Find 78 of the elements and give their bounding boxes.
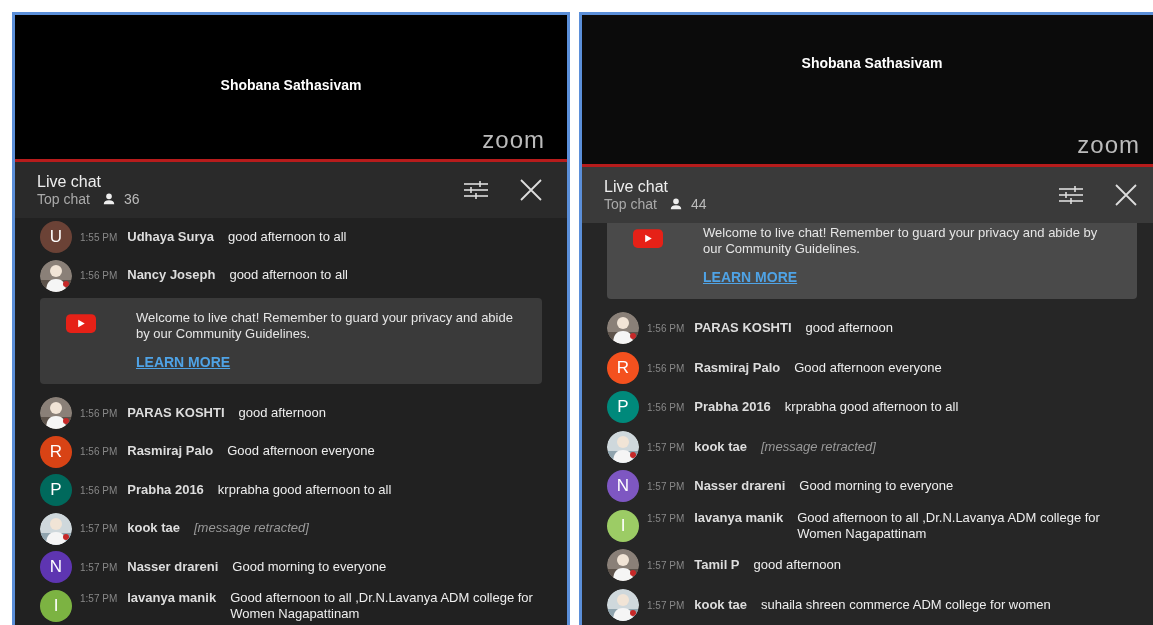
- author-name[interactable]: Tamil P: [694, 557, 740, 574]
- author-name[interactable]: Udhaya Surya: [127, 228, 214, 245]
- chat-title: Live chat: [604, 178, 670, 196]
- viewer-count: 44: [690, 196, 707, 212]
- message-text: suhaila shreen commerce ADM college for women: [761, 596, 1051, 613]
- settings-icon[interactable]: [1058, 185, 1084, 205]
- author-name[interactable]: PARAS KOSHTI: [127, 404, 225, 421]
- message-text: Good afternoon everyone: [227, 443, 375, 460]
- close-icon[interactable]: [1114, 183, 1138, 207]
- message-text: [message retracted]: [761, 438, 876, 455]
- avatar: U: [40, 221, 72, 253]
- message-text: krprabha good afternoon to all: [784, 399, 959, 416]
- timestamp: 1:55 PM: [80, 230, 118, 245]
- author-name[interactable]: Nasser drareni: [127, 558, 219, 575]
- timestamp: 1:57 PM: [647, 598, 685, 613]
- zoom-logo: zoom: [1077, 131, 1140, 159]
- timestamp: 1:56 PM: [80, 406, 118, 421]
- timestamp: 1:57 PM: [80, 560, 118, 575]
- author-name[interactable]: Prabha 2016: [694, 399, 771, 416]
- message-text: good afternoon: [805, 320, 893, 337]
- avatar: I: [40, 589, 72, 622]
- chat-title: Live chat: [37, 173, 103, 191]
- author-name[interactable]: kook tae: [694, 438, 747, 455]
- welcome-text: Welcome to live chat! Remember to guard your privacy and abide by our Community Guidelines.: [136, 310, 514, 342]
- message-text: good afternoon to all: [229, 267, 348, 284]
- avatar: R: [40, 435, 72, 468]
- avatar: P: [40, 474, 72, 506]
- avatar: N: [40, 551, 72, 583]
- avatar: P: [607, 391, 639, 423]
- message-text: good afternoon: [238, 404, 326, 421]
- timestamp: 1:56 PM: [647, 361, 685, 376]
- timestamp: 1:57 PM: [80, 522, 118, 537]
- zoom-logo: zoom: [482, 126, 545, 155]
- avatar: I: [607, 509, 639, 542]
- timestamp: 1:57 PM: [647, 512, 685, 527]
- close-icon[interactable]: [519, 178, 543, 202]
- author-name[interactable]: PARAS KOSHTI: [694, 320, 792, 337]
- timestamp: 1:57 PM: [647, 480, 685, 495]
- author-name[interactable]: lavanya manik: [694, 510, 784, 527]
- message-text: good afternoon to all: [227, 228, 347, 245]
- author-name[interactable]: Rasmiraj Palo: [694, 359, 781, 376]
- avatar: R: [607, 351, 639, 384]
- play-logo-icon: [633, 229, 663, 248]
- message-text: Good afternoon to all ,Dr.N.Lavanya ADM college for Women Nagapattinam: [230, 589, 534, 622]
- author-name[interactable]: Rasmiraj Palo: [127, 443, 214, 460]
- message-text: [message retracted]: [194, 520, 309, 537]
- chat-mode[interactable]: Top chat: [37, 191, 90, 207]
- speaker-name: Shobana Sathasivam: [220, 77, 362, 95]
- message-text: Good morning to everyone: [799, 478, 954, 495]
- author-name[interactable]: kook tae: [127, 520, 180, 537]
- author-name[interactable]: Prabha 2016: [127, 481, 204, 498]
- timestamp: 1:56 PM: [80, 269, 118, 284]
- timestamp: 1:56 PM: [647, 322, 685, 337]
- message-text: good afternoon: [753, 557, 841, 574]
- message-text: Good afternoon to all ,Dr.N.Lavanya ADM college for Women Nagapattinam: [797, 510, 1101, 543]
- timestamp: 1:56 PM: [80, 483, 118, 498]
- message-text: Good afternoon everyone: [794, 359, 942, 376]
- timestamp: 1:57 PM: [80, 591, 118, 606]
- avatar: N: [607, 470, 639, 502]
- message-text: krprabha good afternoon to all: [217, 481, 392, 498]
- learn-more-link[interactable]: LEARN MORE: [136, 354, 231, 370]
- author-name[interactable]: kook tae: [694, 596, 747, 613]
- settings-icon[interactable]: [463, 180, 489, 200]
- timestamp: 1:56 PM: [80, 445, 118, 460]
- author-name[interactable]: lavanya manik: [127, 589, 217, 606]
- person-icon: [668, 197, 683, 211]
- message-text: Good morning to everyone: [232, 558, 387, 575]
- person-icon: [101, 192, 116, 206]
- viewer-count: 36: [123, 191, 140, 207]
- timestamp: 1:56 PM: [647, 401, 685, 416]
- chat-mode[interactable]: Top chat: [604, 196, 657, 212]
- timestamp: 1:57 PM: [647, 440, 685, 455]
- play-logo-icon: [66, 314, 96, 333]
- speaker-name: Shobana Sathasivam: [801, 55, 943, 73]
- timestamp: 1:57 PM: [647, 559, 685, 574]
- author-name[interactable]: Nancy Joseph: [127, 267, 216, 284]
- welcome-text: Welcome to live chat! Remember to guard your privacy and abide by our Community Guidelines.: [703, 225, 1099, 257]
- author-name[interactable]: Nasser drareni: [694, 478, 786, 495]
